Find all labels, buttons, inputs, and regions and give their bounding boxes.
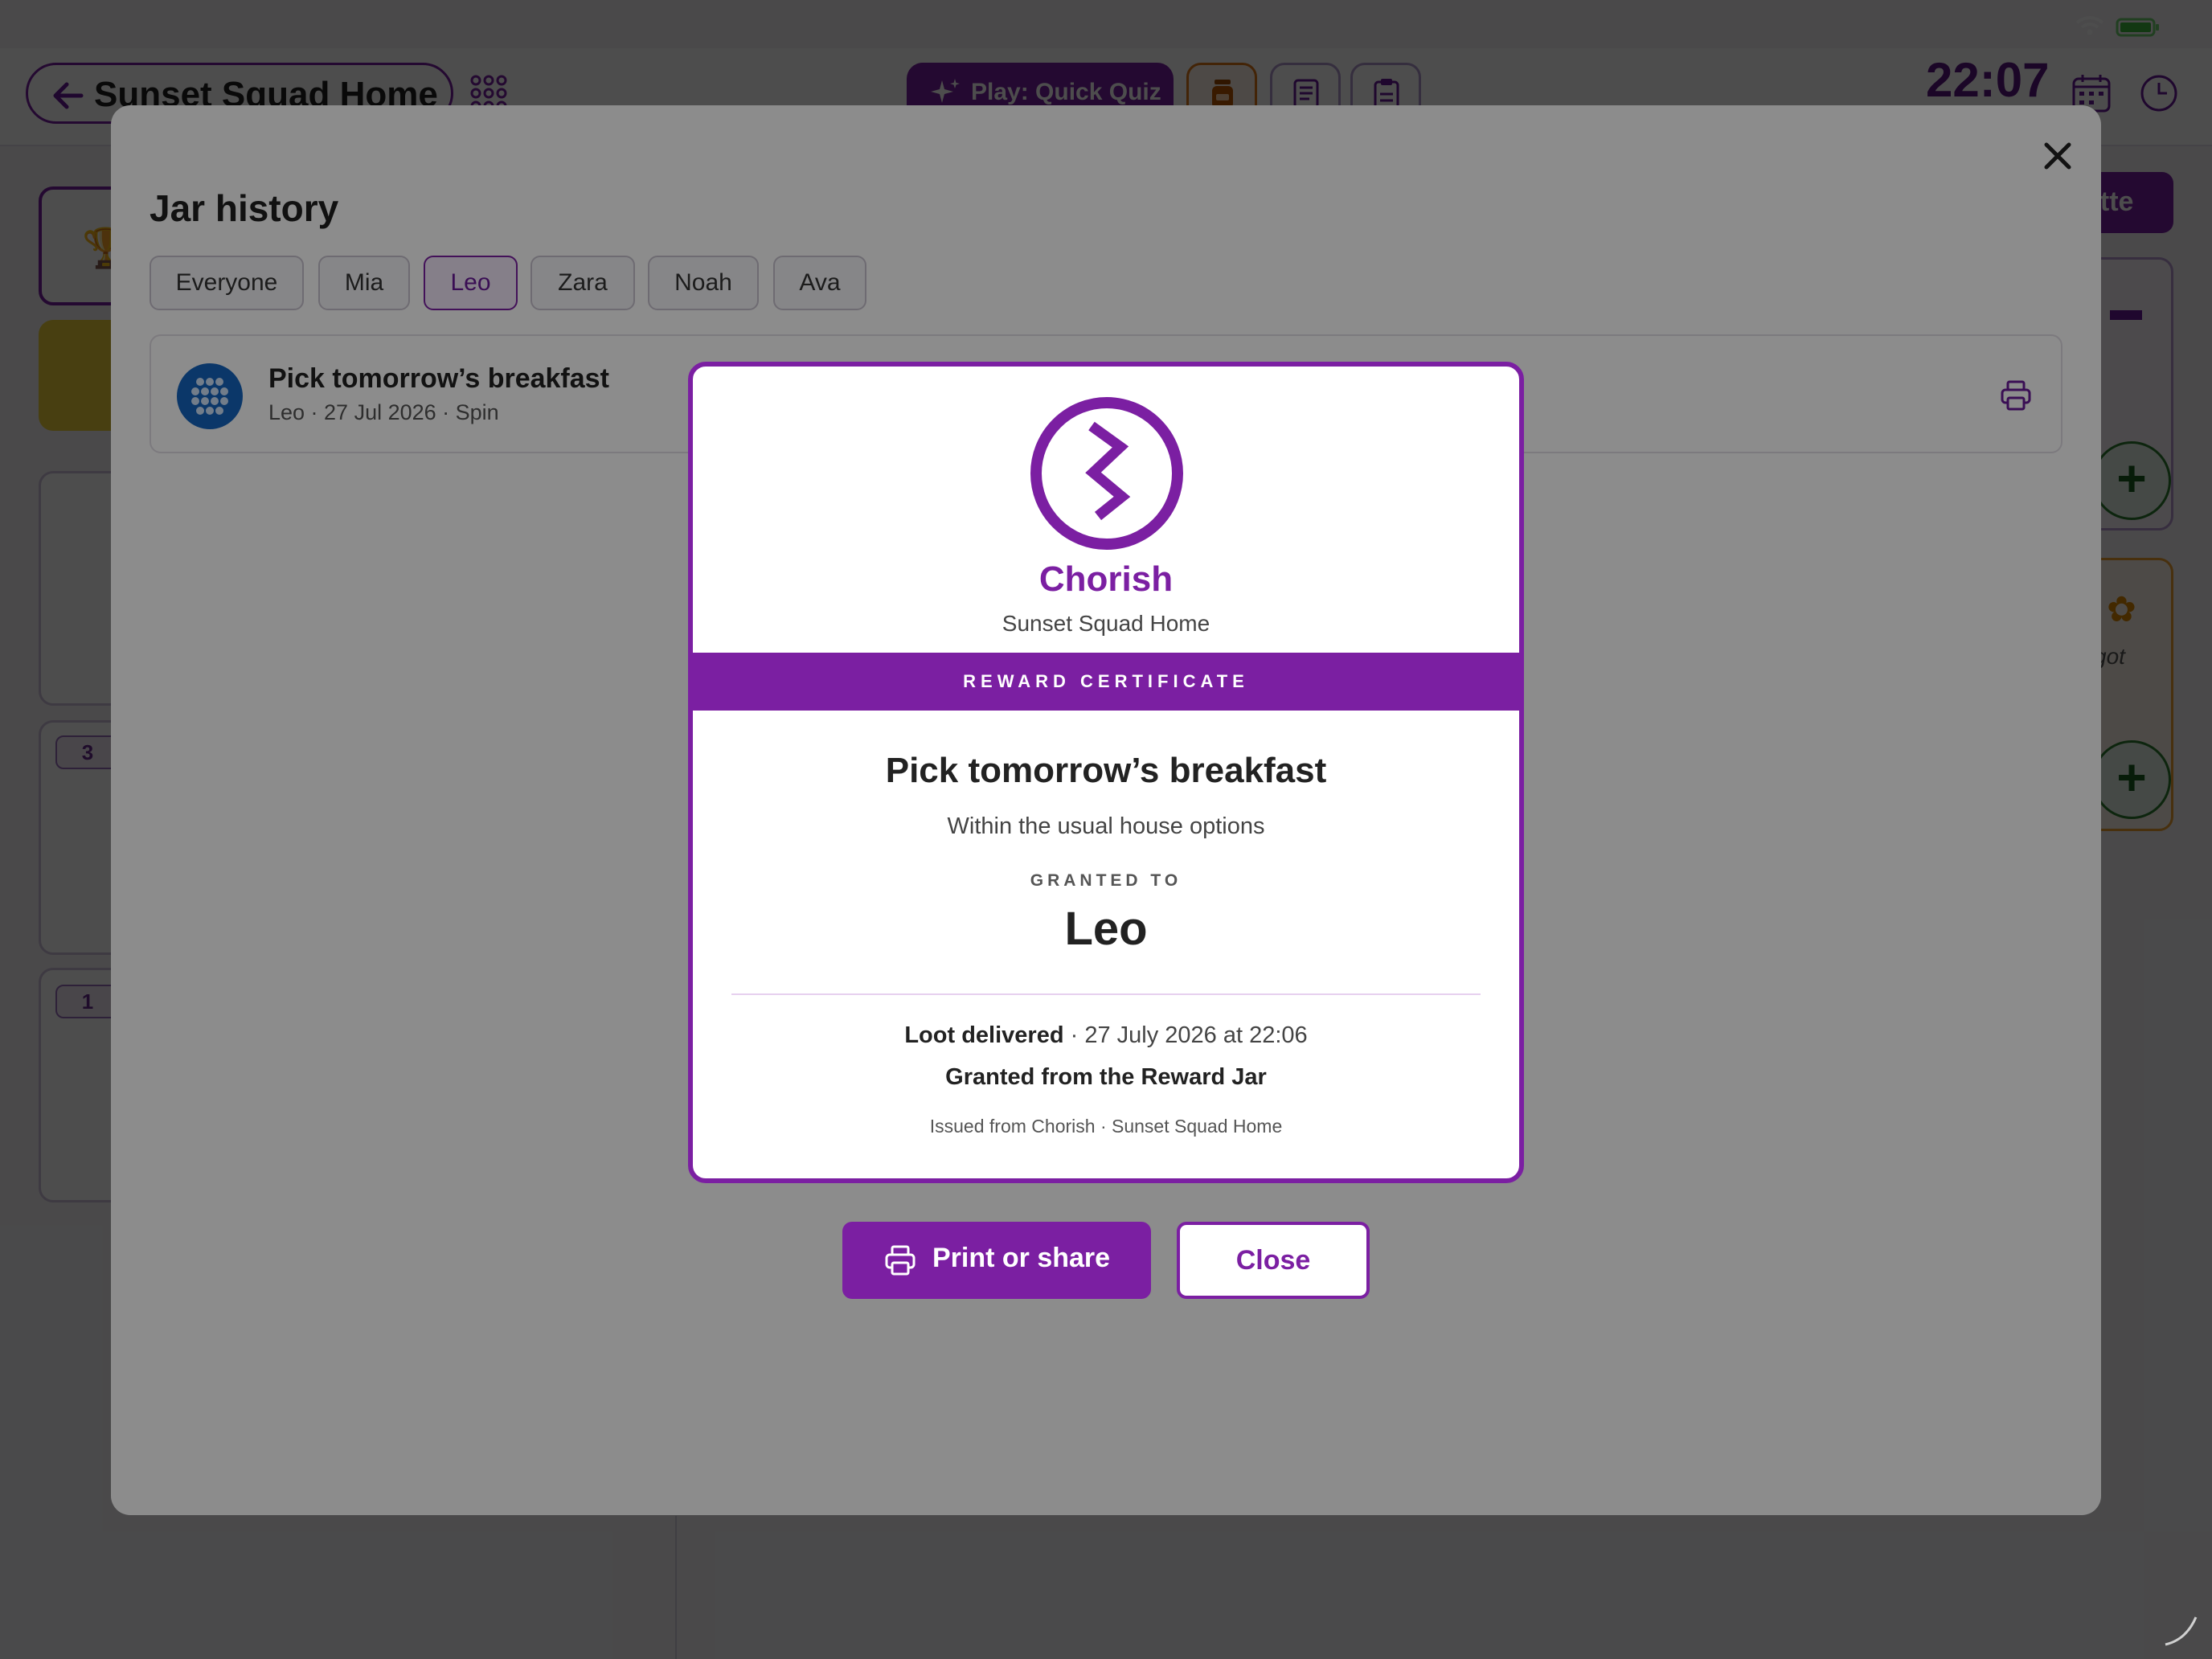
print-or-share-button[interactable]: Print or share <box>842 1222 1151 1299</box>
household-name: Sunset Squad Home <box>1002 611 1210 636</box>
print-or-share-label: Print or share <box>932 1243 1111 1273</box>
print-icon <box>885 1245 916 1276</box>
reward-certificate: Chorish Sunset Squad Home REWARD CERTIFI… <box>688 362 1524 1183</box>
close-button[interactable]: Close <box>1177 1222 1370 1299</box>
grant-source: Granted from the Reward Jar <box>945 1064 1267 1090</box>
reward-description: Within the usual house options <box>947 813 1265 839</box>
loot-label: Loot delivered <box>904 1022 1064 1048</box>
divider <box>731 993 1481 995</box>
issued-footer: Issued from Chorish · Sunset Squad Home <box>929 1116 1283 1137</box>
resize-handle-icon[interactable] <box>2162 1611 2199 1648</box>
chorish-logo-icon <box>1030 397 1183 550</box>
certificate-band: REWARD CERTIFICATE <box>693 653 1519 711</box>
granted-to-label: GRANTED TO <box>1030 871 1182 890</box>
loot-detail: · 27 July 2026 at 22:06 <box>1063 1022 1308 1048</box>
loot-delivered: Loot delivered · 27 July 2026 at 22:06 <box>693 1022 1519 1049</box>
reward-title: Pick tomorrow’s breakfast <box>885 751 1327 790</box>
brand-name: Chorish <box>1038 559 1174 599</box>
granted-name: Leo <box>1064 903 1148 955</box>
